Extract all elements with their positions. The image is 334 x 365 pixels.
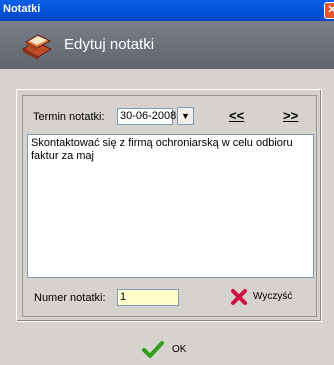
window-title: Notatki	[3, 3, 41, 15]
dialog-title: Edytuj notatki	[64, 36, 155, 53]
clear-x-icon	[231, 289, 247, 305]
date-dropdown-button[interactable]: ▼	[177, 107, 194, 125]
title-bar[interactable]: Notatki ✕	[0, 0, 334, 21]
close-button[interactable]: ✕	[324, 2, 334, 19]
next-date-button[interactable]: >>	[283, 108, 298, 123]
clear-button-label: Wyczyść	[253, 291, 293, 302]
notes-window: Notatki ✕ Edytuj notatki Termin notatki:…	[0, 0, 334, 365]
dropdown-arrow-icon: ▼	[181, 111, 190, 121]
checkmark-icon	[142, 341, 164, 358]
date-input[interactable]: 30-06-2008	[117, 108, 176, 125]
clear-button[interactable]: Wyczyść	[230, 287, 310, 307]
notes-books-icon	[21, 34, 53, 60]
dialog-header: Edytuj notatki	[0, 21, 334, 69]
number-label: Numer notatki:	[34, 292, 106, 304]
date-label: Termin notatki:	[33, 111, 105, 123]
ok-button-label: OK	[172, 344, 187, 355]
note-textarea[interactable]: Skontaktować się z firmą ochroniarską w …	[27, 134, 314, 278]
number-input[interactable]: 1	[117, 289, 179, 306]
ok-button[interactable]: OK	[142, 340, 202, 360]
previous-date-button[interactable]: <<	[229, 108, 244, 123]
